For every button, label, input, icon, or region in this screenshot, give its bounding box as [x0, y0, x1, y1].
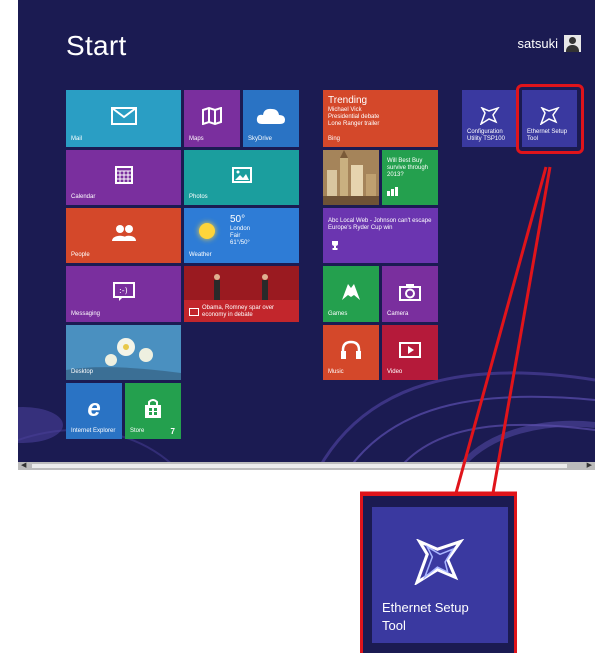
weather-city: London — [230, 226, 251, 232]
tile-label: Store — [130, 428, 145, 434]
tile-label: Maps — [189, 136, 204, 142]
zoom-callout: Ethernet Setup Tool — [360, 493, 517, 653]
messaging-icon: :-) — [112, 281, 135, 302]
tile-label: Bing — [328, 136, 341, 142]
tile-news[interactable]: Obama, Romney spar over economy in debat… — [184, 266, 299, 322]
headphones-icon — [340, 340, 362, 360]
newspaper-icon — [189, 308, 199, 316]
scroll-left-icon[interactable]: ◀ — [21, 462, 26, 470]
tile-messaging[interactable]: :-) Messaging — [66, 266, 181, 322]
tile-camera[interactable]: Camera — [382, 266, 438, 322]
travel-photo — [323, 150, 379, 205]
tile-weather[interactable]: 50° London Fair 61°/50° Weather — [184, 208, 299, 263]
weather-range: 61°/50° — [230, 240, 250, 246]
photo-icon — [231, 167, 252, 184]
news-headline: Obama, Romney spar over economy in debat… — [202, 305, 275, 318]
weather-temp: 50° — [230, 214, 246, 225]
chart-icon — [387, 183, 399, 201]
tile-configuration-utility[interactable]: Configuration Utility TSP100 — [462, 90, 517, 147]
tile-label: Messaging — [71, 311, 101, 317]
tile-travel[interactable] — [323, 150, 379, 205]
store-icon — [144, 398, 162, 419]
bing-heading: Trending — [328, 95, 368, 106]
user-account[interactable]: satsuki — [518, 35, 581, 52]
horizontal-scrollbar[interactable]: ◀ ▶ — [18, 462, 595, 470]
gamepad-icon — [339, 282, 363, 302]
tile-label: Camera — [387, 311, 409, 317]
start-screen: Start satsuki Mail Calendar People :-) M… — [18, 0, 595, 470]
mail-icon — [110, 107, 137, 126]
tile-finance[interactable]: Will Best Buy survive through 2013? — [382, 150, 438, 205]
camera-icon — [399, 283, 421, 301]
tile-games[interactable]: Games — [323, 266, 379, 322]
tile-people[interactable]: People — [66, 208, 181, 263]
video-icon — [399, 342, 421, 359]
people-icon — [111, 224, 137, 242]
avatar — [564, 35, 581, 52]
weather-condition: Fair — [230, 233, 241, 239]
tile-calendar[interactable]: Calendar — [66, 150, 181, 205]
tile-bing[interactable]: Trending Michael Vick Presidential debat… — [323, 90, 438, 147]
tile-store[interactable]: Store 7 — [125, 383, 181, 439]
tile-sports[interactable]: Abc Local Web - Johnson can't escape Eur… — [323, 208, 438, 263]
tile-label: SkyDrive — [248, 136, 273, 142]
finance-headline: Will Best Buy survive through 2013? — [387, 158, 429, 178]
scroll-right-icon[interactable]: ▶ — [587, 462, 592, 470]
start-title: Start — [66, 30, 127, 61]
zoomed-ethernet-setup-tile[interactable]: Ethernet Setup Tool — [372, 507, 508, 643]
bing-item: Presidential debate — [328, 114, 380, 120]
internet-explorer-icon: e — [87, 394, 101, 422]
tile-internet-explorer[interactable]: e Internet Explorer — [66, 383, 122, 439]
tile-highlight — [516, 84, 584, 154]
svg-text::-): :-) — [119, 286, 128, 295]
tile-skydrive[interactable]: SkyDrive — [243, 90, 299, 147]
bing-item: Lone Ranger trailer — [328, 121, 380, 127]
bing-item: Michael Vick — [328, 107, 362, 113]
maps-icon — [202, 107, 222, 126]
tile-label: Weather — [189, 252, 212, 258]
tile-label: Internet Explorer — [71, 428, 116, 434]
tile-label: Music — [328, 369, 344, 375]
user-name: satsuki — [517, 36, 558, 51]
tile-video[interactable]: Video — [382, 325, 438, 380]
star-tool-icon — [479, 107, 500, 126]
tile-label: Video — [387, 369, 403, 375]
tile-label: Configuration Utility TSP100 — [467, 129, 505, 142]
tile-label: Mail — [71, 136, 83, 142]
tile-maps[interactable]: Maps — [184, 90, 240, 147]
tile-desktop[interactable]: Desktop — [66, 325, 181, 380]
tile-label: People — [71, 252, 90, 258]
scrollbar-thumb[interactable] — [32, 464, 567, 468]
tile-label: Desktop — [71, 369, 94, 375]
tile-label: Calendar — [71, 194, 96, 200]
sports-headline: Abc Local Web - Johnson can't escape Eur… — [328, 218, 432, 231]
tile-label: Games — [328, 311, 348, 317]
trophy-icon — [331, 237, 339, 255]
sun-icon — [199, 223, 215, 239]
cloud-icon — [256, 107, 286, 125]
star-tool-icon — [414, 538, 466, 590]
tile-music[interactable]: Music — [323, 325, 379, 380]
store-badge: 7 — [170, 427, 175, 436]
calendar-icon — [114, 166, 133, 185]
tile-mail[interactable]: Mail — [66, 90, 181, 147]
tile-label: Photos — [189, 194, 208, 200]
zoomed-tile-label: Ethernet Setup Tool — [382, 600, 469, 633]
tile-photos[interactable]: Photos — [184, 150, 299, 205]
